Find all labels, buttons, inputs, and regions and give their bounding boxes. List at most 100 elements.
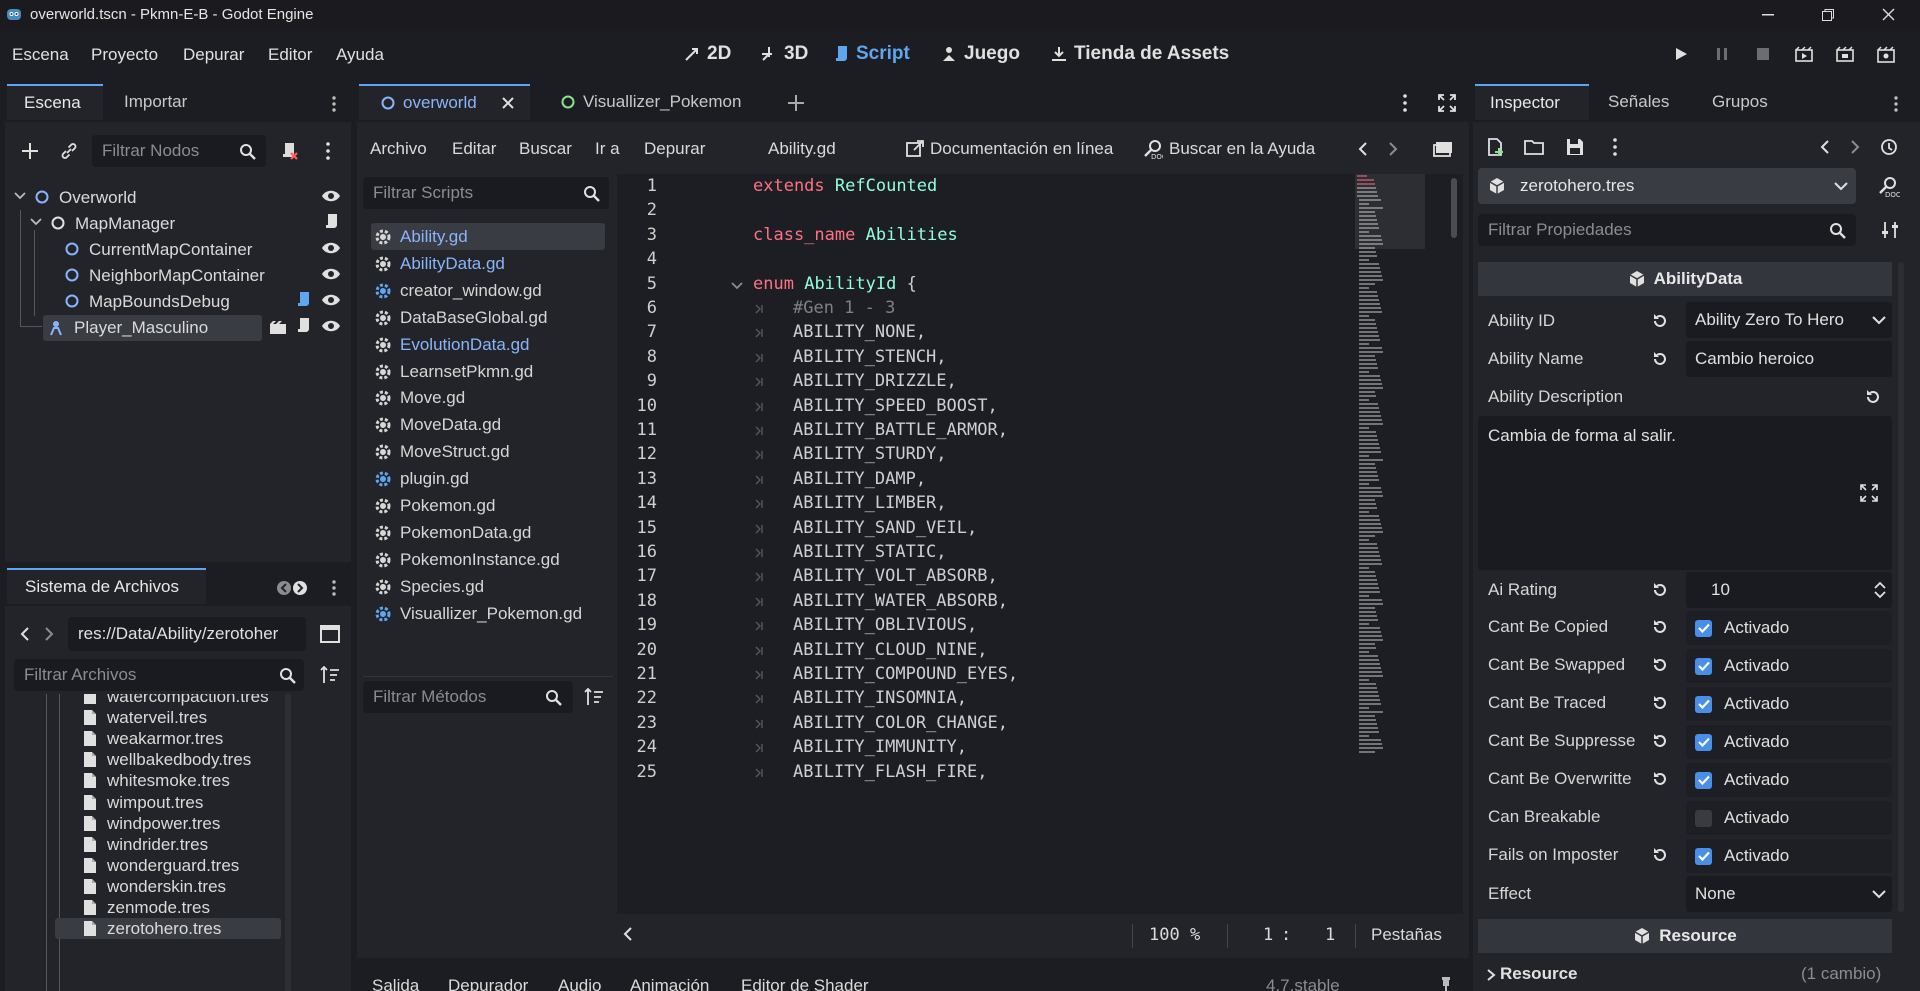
file-scrollbar[interactable] (285, 694, 291, 991)
play-icon[interactable] (1670, 43, 1692, 65)
tab-visuallizer-pokemon[interactable]: Visuallizer_Pokemon (543, 84, 783, 120)
ability-id-dropdown[interactable]: Ability Zero To Hero (1686, 302, 1892, 338)
revert-icon[interactable] (1651, 694, 1669, 712)
dock-menu-icon[interactable] (1884, 94, 1908, 114)
back-arrow-icon[interactable] (16, 624, 34, 644)
filter-properties-input[interactable]: Filtrar Propiedades (1478, 214, 1856, 246)
visibility-eye-icon[interactable] (321, 267, 341, 281)
file-list-item[interactable]: zenmode.tres (55, 897, 275, 918)
visibility-eye-icon[interactable] (321, 293, 341, 307)
checkbox-field[interactable]: Activado (1686, 725, 1892, 759)
editor-menu-buscar[interactable]: Buscar (519, 139, 572, 159)
tab-importar[interactable]: Importar (107, 84, 217, 120)
file-list-item[interactable]: windrider.tres (55, 834, 275, 855)
checkbox-checked-icon[interactable] (1695, 695, 1712, 713)
script-list-item[interactable]: Ability.gd (374, 226, 468, 248)
resource-selector[interactable]: zerotohero.tres (1478, 168, 1856, 204)
effect-dropdown[interactable]: None (1686, 876, 1892, 912)
tree-item-mapboundsdebug[interactable]: MapBoundsDebug (89, 292, 230, 312)
visibility-eye-icon[interactable] (321, 189, 341, 203)
restore-icon[interactable] (1800, 0, 1856, 29)
sort-icon[interactable] (318, 664, 342, 686)
script-list-item[interactable]: EvolutionData.gd (374, 334, 529, 356)
script-list-item[interactable]: PokemonInstance.gd (374, 549, 560, 571)
sort-icon[interactable] (583, 686, 605, 708)
minimize-icon[interactable] (1740, 0, 1796, 29)
tab-senales[interactable]: Señales (1593, 84, 1687, 120)
editor-menu-icon[interactable] (1395, 92, 1415, 114)
script-list-item[interactable]: creator_window.gd (374, 280, 542, 302)
tree-item-overworld[interactable]: Overworld (59, 188, 136, 208)
editor-menu-editar[interactable]: Editar (452, 139, 496, 159)
pause-icon[interactable] (1711, 43, 1733, 65)
checkbox-checked-icon[interactable] (1695, 771, 1712, 789)
bottom-tab-shader[interactable]: Editor de Shader (741, 976, 869, 991)
tree-item-player-masculino[interactable]: Player_Masculino (74, 318, 208, 338)
forward-arrow-icon[interactable] (40, 624, 58, 644)
stop-icon[interactable] (1752, 43, 1774, 65)
toggle-scripts-panel-icon[interactable] (1432, 138, 1454, 160)
menu-escena[interactable]: Escena (12, 45, 69, 65)
checkbox-checked-icon[interactable] (1695, 733, 1712, 751)
pin-icon[interactable] (1439, 976, 1453, 991)
save-icon[interactable] (1564, 136, 1586, 158)
history-back-icon[interactable] (1816, 136, 1834, 158)
script-attached-icon[interactable] (296, 291, 312, 309)
checkbox-field[interactable]: Activado (1686, 611, 1892, 645)
link-icon[interactable] (57, 139, 81, 163)
tab-grupos[interactable]: Grupos (1697, 84, 1791, 120)
file-list-item[interactable]: waterveil.tres (55, 707, 275, 728)
section-header-abilitydata[interactable]: AbilityData (1478, 262, 1892, 296)
script-list-item[interactable]: Pokemon.gd (374, 495, 495, 517)
resource-group[interactable]: Resource (1 cambio) (1478, 958, 1892, 991)
revert-icon[interactable] (1864, 388, 1882, 406)
history-icon[interactable] (1878, 136, 1900, 158)
script-list-item[interactable]: MoveData.gd (374, 414, 501, 436)
tab-filesystem[interactable]: Sistema de Archivos (7, 568, 206, 604)
code-scrollbar[interactable] (1451, 178, 1457, 238)
section-header-resource[interactable]: Resource (1478, 919, 1892, 953)
editor-menu-ira[interactable]: Ir a (595, 139, 620, 159)
file-list-item[interactable]: wonderskin.tres (55, 876, 275, 897)
indentation-mode[interactable]: Pestañas (1371, 925, 1442, 945)
checkbox-field[interactable]: Activado (1686, 801, 1892, 835)
workspace-game-button[interactable]: Juego (940, 43, 1020, 65)
tree-item-neighbormapcontainer[interactable]: NeighborMapContainer (89, 266, 265, 286)
script-attached-icon[interactable] (296, 317, 312, 335)
script-list-item[interactable]: plugin.gd (374, 468, 469, 490)
bottom-tab-depurador[interactable]: Depurador (448, 976, 528, 991)
property-options-icon[interactable] (1878, 219, 1902, 241)
collapse-arrow-icon[interactable] (14, 190, 26, 202)
search-help-button[interactable]: DOC Buscar en la Ayuda (1143, 139, 1315, 159)
workspace-assetlib-button[interactable]: Tienda de Assets (1050, 43, 1229, 65)
filter-scripts-input[interactable]: Filtrar Scripts (363, 177, 609, 209)
workspace-2d-button[interactable]: 2D (683, 43, 731, 65)
checkbox-checked-icon[interactable] (1695, 657, 1712, 675)
script-list-item[interactable]: AbilityData.gd (374, 253, 505, 275)
fold-arrow-icon[interactable] (731, 281, 743, 291)
collapse-arrow-icon[interactable] (30, 216, 42, 228)
filter-files-input[interactable]: Filtrar Archivos (14, 659, 304, 691)
script-list-item[interactable]: MoveStruct.gd (374, 441, 510, 463)
dock-menu-icon[interactable] (322, 578, 346, 598)
tab-overworld[interactable]: overworld (359, 84, 530, 120)
file-list-item[interactable]: wellbakedbody.tres (55, 749, 275, 770)
tab-inspector[interactable]: Inspector (1475, 84, 1589, 120)
visibility-eye-icon[interactable] (321, 241, 341, 255)
next-script-icon[interactable] (1385, 138, 1401, 160)
file-list-item[interactable]: wonderguard.tres (55, 855, 275, 876)
file-list-item[interactable]: zerotohero.tres (55, 918, 281, 940)
editor-menu-archivo[interactable]: Archivo (370, 139, 427, 159)
code-minimap[interactable] (1355, 174, 1425, 914)
menu-editor[interactable]: Editor (268, 45, 312, 65)
ability-name-field[interactable]: Cambio heroico (1686, 341, 1892, 377)
code-area[interactable]: 1 extends RefCounted 2 3 class_name Abilitie… (617, 174, 1463, 914)
bottom-tab-animacion[interactable]: Animación (630, 976, 709, 991)
new-resource-icon[interactable] (1484, 136, 1506, 158)
script-list-item[interactable]: PokemonData.gd (374, 522, 531, 544)
add-tab-icon[interactable] (785, 92, 807, 114)
workspace-script-button[interactable]: Script (834, 43, 910, 65)
expand-icon[interactable] (1860, 484, 1878, 502)
movie-maker-icon[interactable] (1875, 43, 1897, 65)
menu-proyecto[interactable]: Proyecto (91, 45, 158, 65)
